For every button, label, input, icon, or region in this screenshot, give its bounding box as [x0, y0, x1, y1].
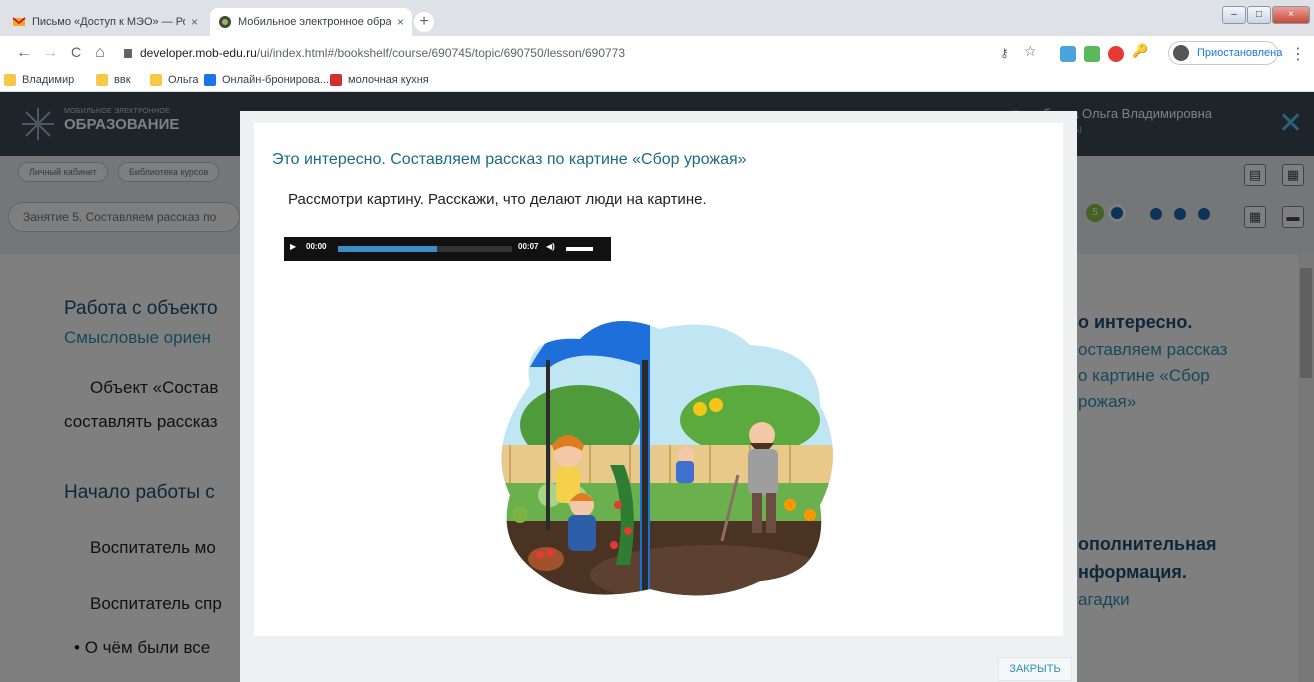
- lock-icon: [124, 49, 132, 59]
- bookmark-label: ввк: [114, 74, 131, 86]
- p-icon: [204, 74, 216, 86]
- tab-mob-edu[interactable]: Мобильное электронное обра ×: [210, 8, 412, 36]
- back-button[interactable]: ←: [14, 44, 34, 62]
- forward-button[interactable]: →: [40, 44, 60, 62]
- tab-close-icon[interactable]: ×: [191, 15, 198, 29]
- avatar: [1173, 45, 1189, 61]
- tab-title: Письмо «Доступ к МЭО» — Ро: [32, 16, 185, 28]
- url-host: developer.mob-edu.ru: [140, 46, 257, 60]
- bookmark-item[interactable]: Ольга: [150, 74, 198, 86]
- key-extension-icon[interactable]: 🔑: [1132, 43, 1148, 59]
- play-icon[interactable]: ▶: [290, 242, 296, 251]
- maximize-button[interactable]: □: [1247, 6, 1271, 24]
- bookmark-item[interactable]: ввк: [96, 74, 131, 86]
- folder-icon: [4, 74, 16, 86]
- bookmark-label: Владимир: [22, 74, 75, 86]
- tab-strip: Письмо «Доступ к МЭО» — Ро × Мобильное э…: [0, 0, 1314, 36]
- tab-title: Мобильное электронное обра: [238, 16, 391, 28]
- extension-icon[interactable]: [1060, 46, 1076, 62]
- bookmark-label: молочная кухня: [348, 74, 429, 86]
- address-bar[interactable]: developer.mob-edu.ru/ui/index.html#/book…: [112, 40, 1112, 66]
- extension-icon[interactable]: [1084, 46, 1100, 62]
- new-tab-button[interactable]: +: [414, 12, 434, 32]
- browser-menu-icon[interactable]: ⋮: [1288, 44, 1308, 64]
- bookmark-label: Ольга: [168, 74, 199, 86]
- site-icon: [330, 74, 342, 86]
- bookmarks-bar: Владимир ввк Ольга Онлайн-бронирова... м…: [0, 70, 1314, 92]
- browser-toolbar: ← → C ⌂ developer.mob-edu.ru/ui/index.ht…: [0, 36, 1314, 70]
- url-path: /ui/index.html#/bookshelf/course/690745/…: [256, 46, 626, 60]
- home-button[interactable]: ⌂: [90, 44, 110, 62]
- tab-mail[interactable]: Письмо «Доступ к МЭО» — Ро ×: [4, 8, 206, 36]
- key-icon[interactable]: ⚷: [1000, 46, 1016, 62]
- volume-slider[interactable]: [566, 247, 594, 251]
- bookmark-item[interactable]: Владимир: [4, 74, 74, 86]
- folder-icon: [150, 74, 162, 86]
- audio-progress-fill: [338, 246, 438, 252]
- folder-icon: [96, 74, 108, 86]
- volume-icon[interactable]: ◀): [546, 242, 555, 251]
- modal-instruction: Рассмотри картину. Расскажи, что делают …: [288, 191, 707, 208]
- bookmark-label: Онлайн-бронирова...: [222, 74, 330, 86]
- yandex-icon[interactable]: [1108, 46, 1124, 62]
- window-close-button[interactable]: ×: [1272, 6, 1310, 24]
- mob-edu-favicon-icon: [219, 16, 231, 28]
- audio-current-time: 00:00: [306, 242, 327, 251]
- star-icon[interactable]: ☆: [1024, 43, 1040, 59]
- harvest-illustration: [501, 321, 833, 596]
- audio-duration: 00:07: [518, 242, 539, 251]
- modal-dialog: Это интересно. Составляем рассказ по кар…: [240, 111, 1077, 682]
- bookmark-item[interactable]: Онлайн-бронирова...: [204, 74, 329, 86]
- tab-close-icon[interactable]: ×: [397, 15, 404, 29]
- profile-label: Приостановлена: [1197, 47, 1283, 59]
- audio-player[interactable]: ▶ 00:00 00:07 ◀): [284, 237, 611, 261]
- bookmark-item[interactable]: молочная кухня: [330, 74, 429, 86]
- mail-icon: [12, 17, 26, 26]
- minimize-button[interactable]: –: [1222, 6, 1246, 24]
- reload-button[interactable]: C: [66, 44, 86, 60]
- close-button[interactable]: ЗАКРЫТЬ: [998, 657, 1072, 681]
- modal-title: Это интересно. Составляем рассказ по кар…: [272, 151, 747, 168]
- profile-button[interactable]: Приостановлена: [1168, 41, 1282, 65]
